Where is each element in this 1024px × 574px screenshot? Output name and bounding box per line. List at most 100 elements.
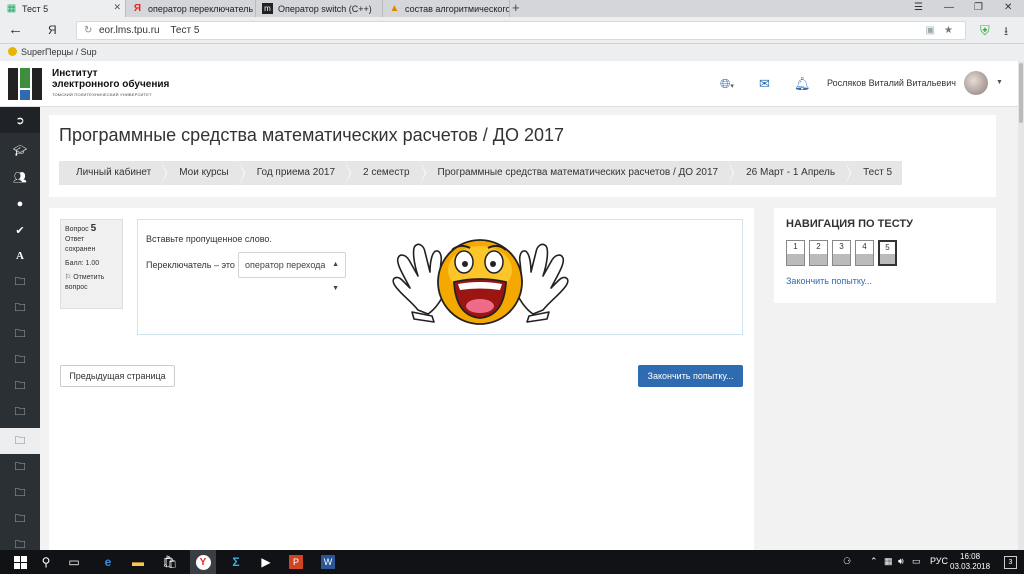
tab-title: состав алгоритмического я (405, 3, 510, 14)
answer-select[interactable]: оператор перехода ▲ ▼ (238, 252, 346, 292)
competencies-check-icon[interactable]: ✔ (0, 217, 40, 243)
courses-cap-icon[interactable]: 🎓︎ (0, 137, 40, 163)
windows-start-icon[interactable] (8, 550, 32, 574)
breadcrumb-item-current[interactable]: Тест 5 (845, 161, 902, 185)
url-field[interactable]: ↻ eor.lms.tpu.ru Тест 5 ▣ ★ (76, 21, 966, 40)
grades-letter-icon[interactable]: A (0, 243, 40, 269)
select-arrows-icon: ▲ ▼ (332, 261, 339, 292)
quiz-nav-question-button[interactable]: 3 (832, 240, 851, 266)
menu-icon[interactable]: ☰ (914, 0, 923, 16)
breadcrumb-item[interactable]: 2 семестр (345, 161, 427, 185)
bookmark-item[interactable]: SuperПерцы / Sup (8, 47, 97, 57)
url-page-title: Тест 5 (170, 25, 200, 36)
brand-line-1: Институт (52, 68, 98, 79)
logo-bar (32, 68, 42, 100)
messages-envelope-icon[interactable]: ✉ (759, 76, 770, 92)
folder-icon[interactable]: 🗀︎ (0, 480, 40, 506)
reader-icon[interactable]: ▣ (926, 22, 935, 39)
system-clock[interactable]: 16:08 03.03.2018 (950, 552, 990, 572)
powerpoint-icon[interactable]: P (289, 555, 303, 569)
scrollbar-thumb[interactable] (1019, 63, 1023, 123)
breadcrumb-item[interactable]: Программные средства математических расч… (420, 161, 734, 185)
address-bar-row: ← Я ↻ eor.lms.tpu.ru Тест 5 ▣ ★ ⛨ ⭳ (0, 17, 1024, 44)
tab-algorithm[interactable]: ▲ состав алгоритмического я (383, 0, 510, 17)
folder-icon[interactable]: 🗀︎ (0, 321, 40, 347)
search-icon[interactable]: ⚲ (34, 550, 58, 574)
folder-icon[interactable]: 🗀︎ (0, 295, 40, 321)
folder-icon[interactable]: 🗀︎ (0, 454, 40, 480)
battery-icon[interactable]: ▭ (912, 556, 921, 567)
keyboard-language[interactable]: РУС (930, 556, 948, 566)
question-info: Вопрос 5 Ответ сохранен Балл: 1.00 ⚐ Отм… (60, 219, 123, 309)
maximize-button[interactable]: ❐ (974, 0, 983, 16)
word-icon[interactable]: W (321, 555, 335, 569)
quiz-nav-question-button[interactable]: 4 (855, 240, 874, 266)
tab-search[interactable]: Я оператор переключатель с (126, 0, 256, 17)
tab-switch[interactable]: m Оператор switch (C++) (256, 0, 383, 17)
bookmark-label: SuperПерцы / Sup (21, 47, 97, 57)
folder-icon[interactable]: 🗀︎ (0, 399, 40, 425)
video-camera-icon[interactable]: ▶ (254, 550, 278, 574)
user-name[interactable]: Росляков Виталий Витальевич (827, 78, 956, 88)
notifications-bell-icon[interactable]: 🔔︎ (794, 76, 811, 92)
user-menu-caret-icon[interactable]: ▼ (996, 79, 1003, 86)
task-view-icon[interactable]: ▭ (62, 550, 86, 574)
breadcrumb-item[interactable]: Мои курсы (161, 161, 245, 185)
windows-logo-icon (13, 555, 27, 569)
folder-icon[interactable]: 🗀︎ (0, 373, 40, 399)
flag-label: Отметить (73, 274, 105, 281)
quiz-nav-question-button-current[interactable]: 5 (878, 240, 897, 266)
breadcrumb-item[interactable]: 26 Март - 1 Апрель (728, 161, 852, 185)
bookmark-star-icon[interactable]: ★ (944, 22, 953, 39)
folder-icon-selected[interactable]: 🗀︎ (0, 428, 40, 454)
new-tab-button[interactable]: + (512, 0, 520, 16)
back-arrow-icon[interactable]: ← (8, 21, 23, 38)
quiz-main-panel: Вопрос 5 Ответ сохранен Балл: 1.00 ⚐ Отм… (49, 208, 754, 550)
minimize-button[interactable]: — (944, 0, 954, 16)
folder-icon[interactable]: 🗀︎ (0, 506, 40, 532)
page-header: Программные средства математических расч… (49, 115, 996, 197)
tab-test5[interactable]: ▦ Тест 5 ✕ (0, 0, 126, 17)
user-avatar[interactable] (964, 71, 988, 95)
volume-icon[interactable]: 🔊︎ (898, 556, 904, 567)
page-scrollbar[interactable] (1018, 61, 1024, 550)
breadcrumb-item[interactable]: Личный кабинет (59, 161, 168, 185)
tray-chevron-icon[interactable]: ⌃ (870, 556, 878, 567)
folder-icon[interactable]: 🗀︎ (0, 347, 40, 373)
institute-logo[interactable] (8, 68, 42, 100)
breadcrumb-item[interactable]: Год приема 2017 (239, 161, 352, 185)
finish-attempt-link[interactable]: Закончить попытку... (786, 276, 872, 286)
close-window-button[interactable]: ✕ (1004, 0, 1012, 16)
yandex-button[interactable]: Я (48, 23, 57, 37)
page-title: Программные средства математических расч… (59, 125, 565, 145)
action-center-icon[interactable]: 3 (1004, 556, 1017, 569)
badge-circle-icon[interactable]: ● (0, 191, 40, 217)
bookmark-favicon-icon (8, 47, 17, 56)
download-icon[interactable]: ⭳ (1004, 22, 1008, 43)
clock-time: 16:08 (960, 552, 981, 561)
people-icon[interactable]: ⚆ (843, 556, 851, 567)
network-icon[interactable]: ▦ (884, 556, 893, 567)
close-tab-icon[interactable]: ✕ (113, 2, 121, 13)
question-state-2: сохранен (65, 246, 96, 253)
yandex-logo-icon: Y (195, 554, 211, 570)
edge-browser-icon[interactable]: e (96, 550, 120, 574)
language-globe-icon[interactable]: 🌐︎▾ (720, 76, 734, 92)
brand-subtitle: ТОМСКИЙ ПОЛИТЕХНИЧЕСКИЙ УНИВЕРСИТЕТ (52, 92, 152, 97)
finish-attempt-button[interactable]: Закончить попытку... (638, 365, 743, 387)
smiley-right-pupil (490, 261, 496, 267)
file-explorer-icon[interactable]: ▬ (126, 550, 150, 574)
quiz-nav-question-button[interactable]: 1 (786, 240, 805, 266)
folder-icon[interactable]: 🗀︎ (0, 269, 40, 295)
smiley-tongue (466, 299, 494, 313)
yandex-browser-icon[interactable]: Y (190, 550, 216, 574)
reload-icon[interactable]: ↻ (84, 22, 92, 39)
protect-shield-icon[interactable]: ⛨ (980, 23, 990, 39)
sigma-app-icon[interactable]: Σ (224, 550, 248, 574)
quiz-nav-question-button[interactable]: 2 (809, 240, 828, 266)
participants-icon[interactable]: 👥︎ (0, 164, 40, 190)
drawer-toggle-icon[interactable]: ➲ (0, 107, 40, 133)
store-bag-icon[interactable]: 🛍︎ (158, 550, 182, 574)
previous-page-button[interactable]: Предыдущая страница (60, 365, 175, 387)
flag-question-link[interactable]: ⚐ Отметить вопрос (65, 273, 118, 293)
